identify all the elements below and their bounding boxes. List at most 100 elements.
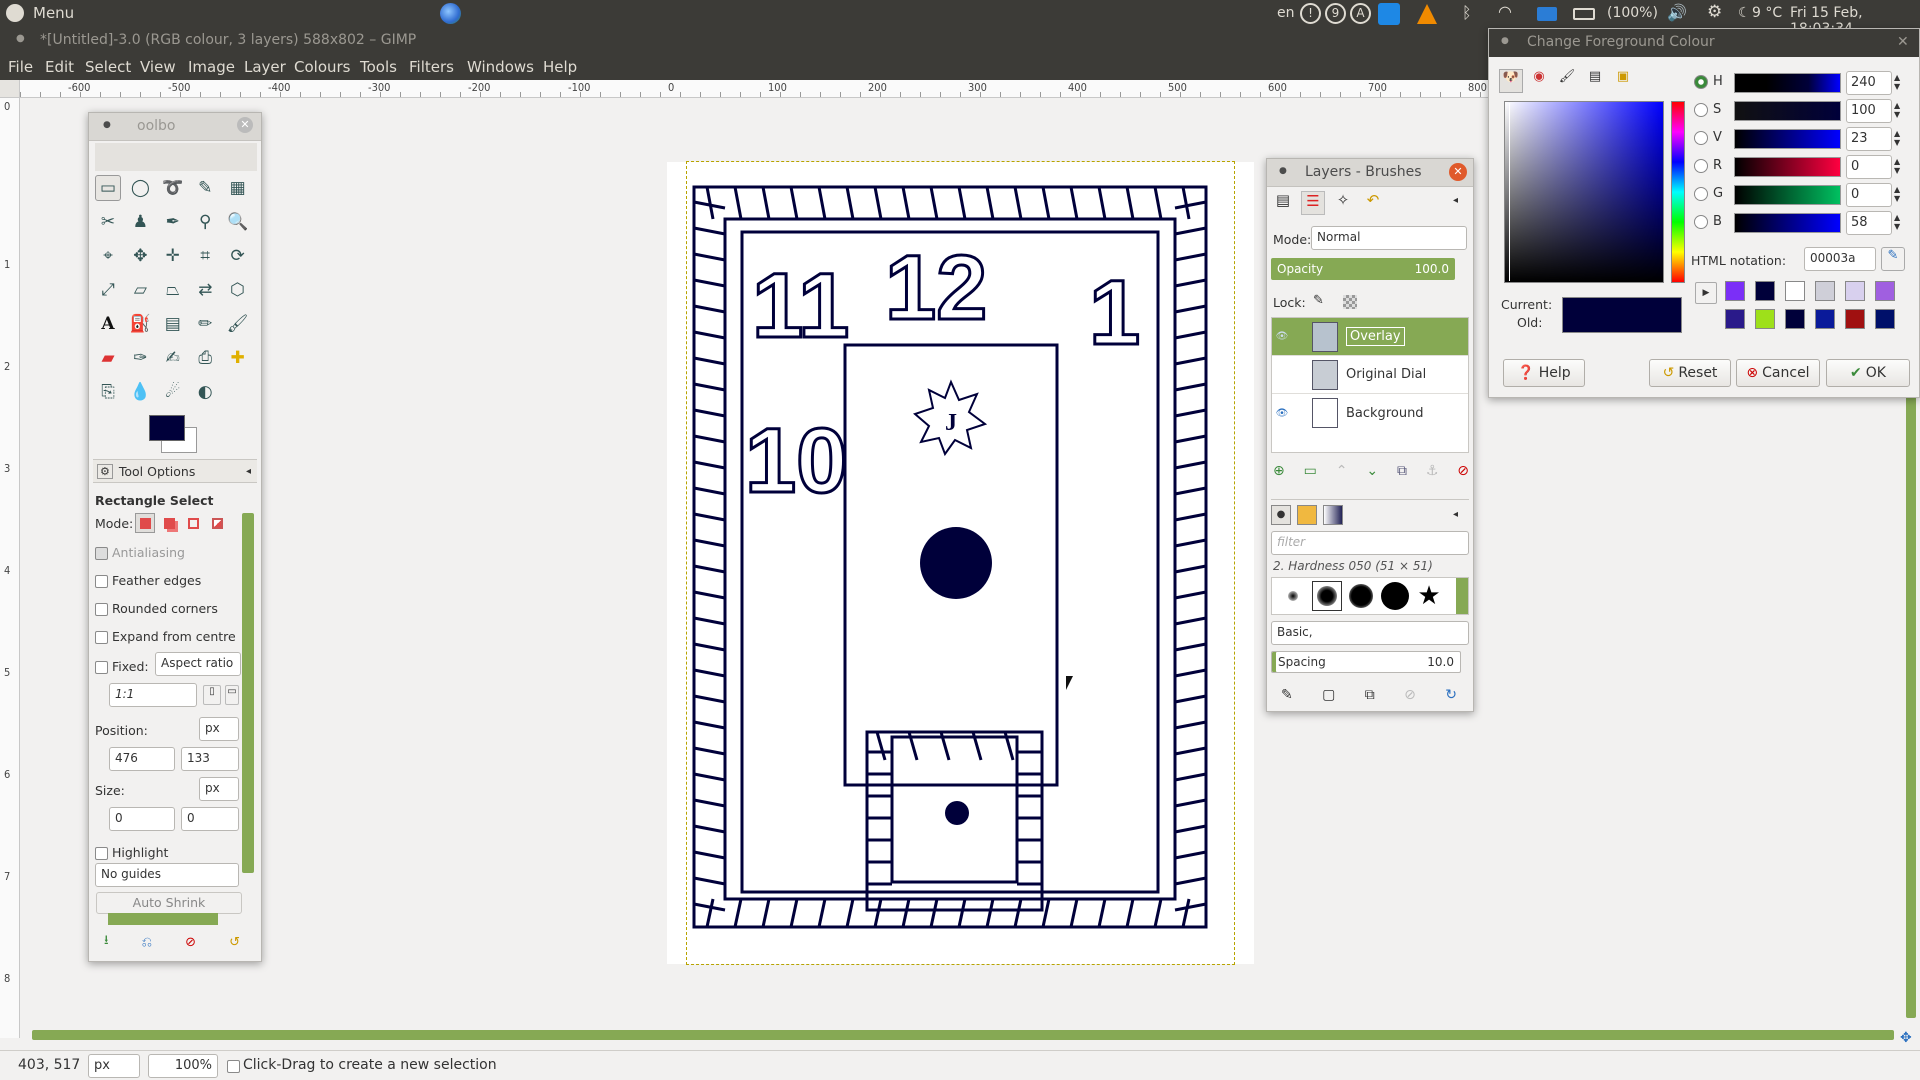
cancel-button[interactable]: ⊗ Cancel: [1736, 359, 1820, 387]
vertical-ruler[interactable]: 0 1 2 3 4 5 6 7 8: [0, 98, 20, 1038]
eraser-icon[interactable]: ▰: [95, 345, 121, 371]
patterns-tab-icon[interactable]: [1297, 505, 1317, 525]
images-tab-icon[interactable]: ▤: [1271, 191, 1295, 215]
feather-checkbox[interactable]: [95, 575, 108, 588]
menu-button[interactable]: Menu: [33, 4, 74, 22]
layer-name[interactable]: Background: [1346, 406, 1424, 421]
spacing-slider[interactable]: Spacing 10.0: [1271, 651, 1461, 673]
size-unit[interactable]: px: [199, 777, 239, 801]
move-icon[interactable]: ✥: [127, 243, 153, 269]
channel-value[interactable]: 0: [1846, 155, 1892, 179]
color-select-icon[interactable]: ▦: [225, 175, 251, 201]
ratio-input[interactable]: 1:1: [109, 683, 197, 707]
channel-radio[interactable]: [1694, 215, 1708, 229]
lock-alpha-icon[interactable]: [1343, 295, 1357, 309]
ok-button[interactable]: ✔ OK: [1826, 359, 1910, 387]
new-brush-icon[interactable]: ▢: [1322, 687, 1335, 703]
undo-tab-icon[interactable]: ↶: [1361, 191, 1385, 215]
brush-scrollbar[interactable]: [1456, 578, 1468, 614]
layer-mode-dropdown[interactable]: Normal: [1311, 226, 1467, 250]
feather-row[interactable]: Feather edges: [95, 573, 201, 588]
panel-menu-icon[interactable]: ◂: [1453, 509, 1458, 520]
weather-moon-icon[interactable]: ☾: [1738, 5, 1751, 21]
mode-replace-button[interactable]: [135, 513, 155, 533]
wifi-icon[interactable]: ◠: [1498, 2, 1512, 21]
channel-radio[interactable]: [1694, 103, 1708, 117]
scale-icon[interactable]: ⤢: [95, 277, 121, 303]
menu-image[interactable]: Image: [188, 58, 235, 76]
channel-slider[interactable]: [1734, 101, 1841, 121]
channel-radio[interactable]: [1694, 159, 1708, 173]
wheel-selector-tab-icon[interactable]: ◉: [1527, 69, 1551, 93]
layer-name[interactable]: Original Dial: [1346, 367, 1426, 382]
settings-gear-icon[interactable]: ⚙: [1707, 2, 1722, 22]
gradient-icon[interactable]: ▤: [160, 311, 186, 337]
shear-icon[interactable]: ▱: [127, 277, 153, 303]
colour-history-swatch[interactable]: [1785, 309, 1805, 329]
channel-slider[interactable]: [1734, 213, 1841, 233]
refresh-brushes-icon[interactable]: ↻: [1445, 687, 1457, 703]
volume-icon[interactable]: 🔊: [1667, 3, 1687, 22]
menu-windows[interactable]: Windows: [467, 58, 534, 76]
ubuntu-logo-icon[interactable]: [6, 4, 24, 22]
bucket-fill-icon[interactable]: ⛽: [127, 311, 153, 337]
cmyk-selector-tab-icon[interactable]: ▤: [1583, 69, 1607, 93]
channel-value[interactable]: 100: [1846, 99, 1892, 123]
fixed-checkbox[interactable]: [95, 661, 108, 674]
panel-menu-icon[interactable]: ◂: [246, 466, 251, 477]
paths-icon[interactable]: ✒: [160, 209, 186, 235]
blur-icon[interactable]: 💧: [127, 379, 153, 405]
size-height-input[interactable]: 0: [181, 807, 239, 831]
window-dot-icon[interactable]: ●: [16, 33, 25, 44]
help-button[interactable]: ❓ Help: [1503, 359, 1585, 387]
channel-radio[interactable]: [1694, 75, 1708, 89]
scissors-icon[interactable]: ✂: [95, 209, 121, 235]
window-dot-icon[interactable]: ●: [1501, 36, 1509, 46]
dodge-burn-icon[interactable]: ◐: [192, 379, 218, 405]
lock-pixels-icon[interactable]: ✎: [1313, 293, 1324, 308]
save-options-icon[interactable]: ⭳: [104, 931, 109, 953]
layer-row-overlay[interactable]: 👁 Overlay: [1272, 318, 1468, 356]
rect-select-icon[interactable]: ▭: [95, 175, 121, 201]
foreground-select-icon[interactable]: ♟: [127, 209, 153, 235]
window-dot-icon[interactable]: ●: [1279, 166, 1287, 176]
text-tool-icon[interactable]: A: [95, 311, 121, 337]
layer-name[interactable]: Overlay: [1346, 327, 1405, 346]
perspective-clone-icon[interactable]: ⎘: [95, 379, 121, 405]
highlight-row[interactable]: Highlight: [95, 845, 168, 860]
colour-history-swatch[interactable]: [1755, 281, 1775, 301]
brush-hardness-075[interactable]: [1346, 581, 1376, 611]
unit-dropdown[interactable]: px: [88, 1054, 140, 1078]
browser-icon[interactable]: [440, 3, 461, 24]
menu-help[interactable]: Help: [543, 58, 577, 76]
fuzzy-select-icon[interactable]: ✎: [192, 175, 218, 201]
colour-history-swatch[interactable]: [1875, 309, 1895, 329]
anchor-layer-icon[interactable]: ⚓: [1426, 463, 1439, 479]
colour-history-swatch[interactable]: [1815, 281, 1835, 301]
indicator-icon[interactable]: !: [1300, 3, 1321, 24]
channel-value[interactable]: 58: [1846, 211, 1892, 235]
layers-tab-icon[interactable]: ☰: [1301, 191, 1325, 215]
portrait-icon[interactable]: ▯: [203, 685, 221, 705]
spinner-arrows-icon[interactable]: ▲ ▼: [1894, 157, 1900, 175]
paintbrush-icon[interactable]: 🖌: [225, 311, 251, 337]
panel-menu-icon[interactable]: ◂: [1453, 195, 1458, 206]
position-unit[interactable]: px: [199, 717, 239, 741]
position-y-input[interactable]: 133: [181, 747, 239, 771]
free-select-icon[interactable]: ➰: [160, 175, 186, 201]
menu-filters[interactable]: Filters: [409, 58, 454, 76]
rotate-icon[interactable]: ⟳: [225, 243, 251, 269]
colour-history-swatch[interactable]: [1785, 281, 1805, 301]
channel-slider[interactable]: [1734, 73, 1841, 93]
channel-slider[interactable]: [1734, 157, 1841, 177]
mode-subtract-button[interactable]: [183, 513, 203, 533]
delete-options-icon[interactable]: ⊘: [185, 935, 196, 950]
indicator-a-icon[interactable]: A: [1350, 3, 1371, 24]
cage-icon[interactable]: ⬡: [225, 277, 251, 303]
duplicate-layer-icon[interactable]: ⧉: [1397, 463, 1407, 479]
toolbox-hscrollbar[interactable]: [108, 913, 218, 925]
brush-star-icon[interactable]: ★: [1414, 581, 1444, 611]
ink-icon[interactable]: ✍: [160, 345, 186, 371]
rounded-checkbox[interactable]: [95, 603, 108, 616]
layer-row-background[interactable]: 👁 Background: [1272, 394, 1468, 432]
